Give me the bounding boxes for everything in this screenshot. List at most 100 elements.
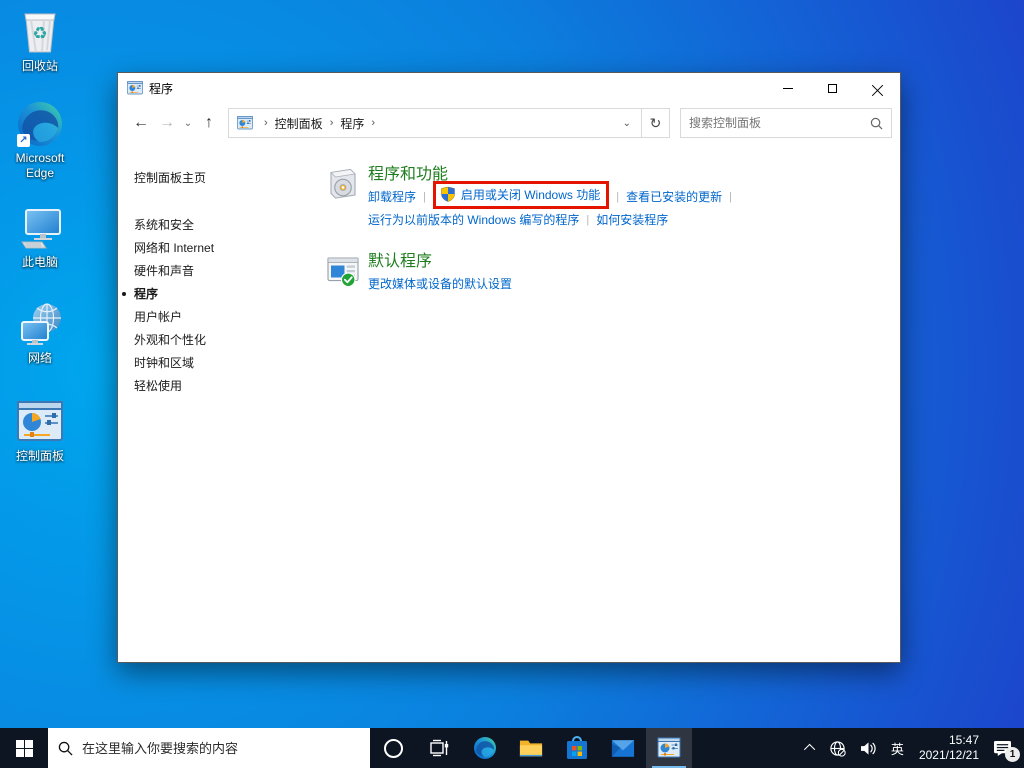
history-dropdown-icon[interactable]: ⌄ [180,118,196,129]
main-content: 程序和功能 卸载程序 | 启用或关闭 Windows 功能 | 查看已安装的更新… [325,143,900,662]
section-title[interactable]: 默认程序 [368,252,512,271]
clock-time: 15:47 [948,733,979,747]
sidebar-item-ease-of-access[interactable]: 轻松使用 [134,380,325,392]
link-divider: | [423,190,426,203]
desktop-icon-label: 回收站 [21,59,58,73]
notification-badge: 1 [1005,747,1020,762]
desktop-icon-control-panel[interactable]: 控制面板 [2,398,78,464]
store-button[interactable] [554,728,600,768]
start-button[interactable] [0,728,48,768]
language-indicator[interactable]: 英 [884,728,911,768]
minimize-button[interactable] [765,73,810,103]
section-programs-features: 程序和功能 卸载程序 | 启用或关闭 Windows 功能 | 查看已安装的更新… [325,165,900,228]
sidebar-item-clock-region[interactable]: 时钟和区域 [134,357,325,369]
control-panel-icon [657,737,681,758]
link-divider: | [616,190,620,203]
sidebar: 控制面板主页 系统和安全 网络和 Internet 硬件和声音 程序 用户帐户 … [118,143,325,662]
cortana-icon [383,738,403,758]
chevron-up-icon [803,743,816,756]
network-status-button[interactable] [822,728,853,768]
title-bar[interactable]: 程序 [118,73,900,103]
file-explorer-icon [519,740,543,757]
globe-no-internet-icon [830,740,846,757]
back-icon[interactable]: ← [128,114,154,132]
desktop-icon-label: 此电脑 [21,255,58,269]
highlight-box: 启用或关闭 Windows 功能 [432,180,610,209]
show-hidden-icons-button[interactable] [800,728,822,768]
desktop-icon-this-pc[interactable]: 此电脑 [2,204,78,270]
action-center-button[interactable]: 1 [987,728,1024,768]
active-bullet [122,292,126,296]
breadcrumb-item-programs[interactable]: 程序 [340,115,364,132]
clock[interactable]: 15:47 2021/12/21 [911,733,987,763]
refresh-button[interactable]: ↻ [642,108,670,138]
links-row-1: 卸载程序 | 启用或关闭 Windows 功能 | 查看已安装的更新 | [368,180,739,209]
sidebar-item-system-security[interactable]: 系统和安全 [134,219,325,231]
desktop-icon-label: Microsoft Edge [15,151,65,180]
desktop-icon-network[interactable]: 网络 [2,300,78,366]
address-dropdown-icon[interactable]: ⌄ [617,118,637,129]
network-icon [16,300,64,348]
edge-taskbar-button[interactable] [462,728,508,768]
uac-shield-icon [440,186,455,202]
task-view-button[interactable] [416,728,462,768]
task-view-icon [430,739,449,757]
breadcrumb[interactable]: › 控制面板 › 程序 › ⌄ [228,108,642,138]
recycle-bin-icon: ♻ [16,8,64,56]
crumb-separator-icon: › [371,117,376,129]
shortcut-arrow-icon: ↗ [17,134,30,147]
file-explorer-button[interactable] [508,728,554,768]
desktop-icon-microsoft-edge[interactable]: ↗ Microsoft Edge [2,100,78,181]
svg-text:♻: ♻ [32,24,47,43]
links-row: 更改媒体或设备的默认设置 [368,275,512,292]
edge-icon [474,737,496,759]
link-divider: | [586,213,590,226]
refresh-icon: ↻ [649,114,662,131]
store-icon [567,736,587,759]
sidebar-item-hardware-sound[interactable]: 硬件和声音 [134,265,325,277]
maximize-button[interactable] [810,73,855,103]
system-tray: 英 15:47 2021/12/21 1 [800,728,1024,768]
sidebar-item-programs[interactable]: 程序 [122,288,325,300]
link-how-to-install[interactable]: 如何安装程序 [596,211,668,228]
desktop-icon-recycle-bin[interactable]: ♻ 回收站 [2,8,78,74]
taskbar-search-input[interactable] [82,740,360,756]
control-panel-icon [16,398,64,446]
link-change-default-media-settings[interactable]: 更改媒体或设备的默认设置 [368,275,512,292]
search-input[interactable] [689,116,870,130]
close-button[interactable] [855,73,900,103]
sidebar-item-user-accounts[interactable]: 用户帐户 [134,311,325,323]
search-icon [58,741,73,756]
volume-button[interactable] [853,728,884,768]
crumb-separator-icon: › [329,117,334,129]
search-icon [870,117,883,129]
window-title: 程序 [149,81,174,96]
link-view-installed-updates[interactable]: 查看已安装的更新 [626,188,722,205]
up-icon[interactable]: ↑ [196,114,222,132]
windows-logo-icon [15,739,33,757]
sidebar-item-appearance[interactable]: 外观和个性化 [134,334,325,346]
window-body: 控制面板主页 系统和安全 网络和 Internet 硬件和声音 程序 用户帐户 … [118,143,900,662]
link-run-older-programs[interactable]: 运行为以前版本的 Windows 编写的程序 [368,211,579,228]
window-icon [127,81,143,95]
link-uninstall-program[interactable]: 卸载程序 [368,188,416,205]
crumb-separator-icon: › [264,117,268,129]
breadcrumb-location-icon [237,116,253,130]
taskbar-search [48,728,370,768]
breadcrumb-item-control-panel[interactable]: 控制面板 [275,115,323,132]
this-pc-icon [16,204,64,252]
section-default-programs: 默认程序 更改媒体或设备的默认设置 [325,252,900,292]
forward-icon[interactable]: → [154,114,180,132]
programs-features-icon [330,168,356,199]
clock-date: 2021/12/21 [918,748,979,762]
sidebar-item-network-internet[interactable]: 网络和 Internet [134,242,325,254]
link-turn-windows-features[interactable]: 启用或关闭 Windows 功能 [461,186,600,203]
links-row-2: 运行为以前版本的 Windows 编写的程序 | 如何安装程序 [368,211,739,228]
desktop-icon-label: 控制面板 [15,449,64,463]
control-panel-taskbar-button[interactable] [646,728,692,768]
cortana-button[interactable] [370,728,416,768]
control-panel-search [680,108,892,138]
mail-button[interactable] [600,728,646,768]
default-programs-icon [327,257,359,288]
sidebar-item-home[interactable]: 控制面板主页 [134,169,325,186]
